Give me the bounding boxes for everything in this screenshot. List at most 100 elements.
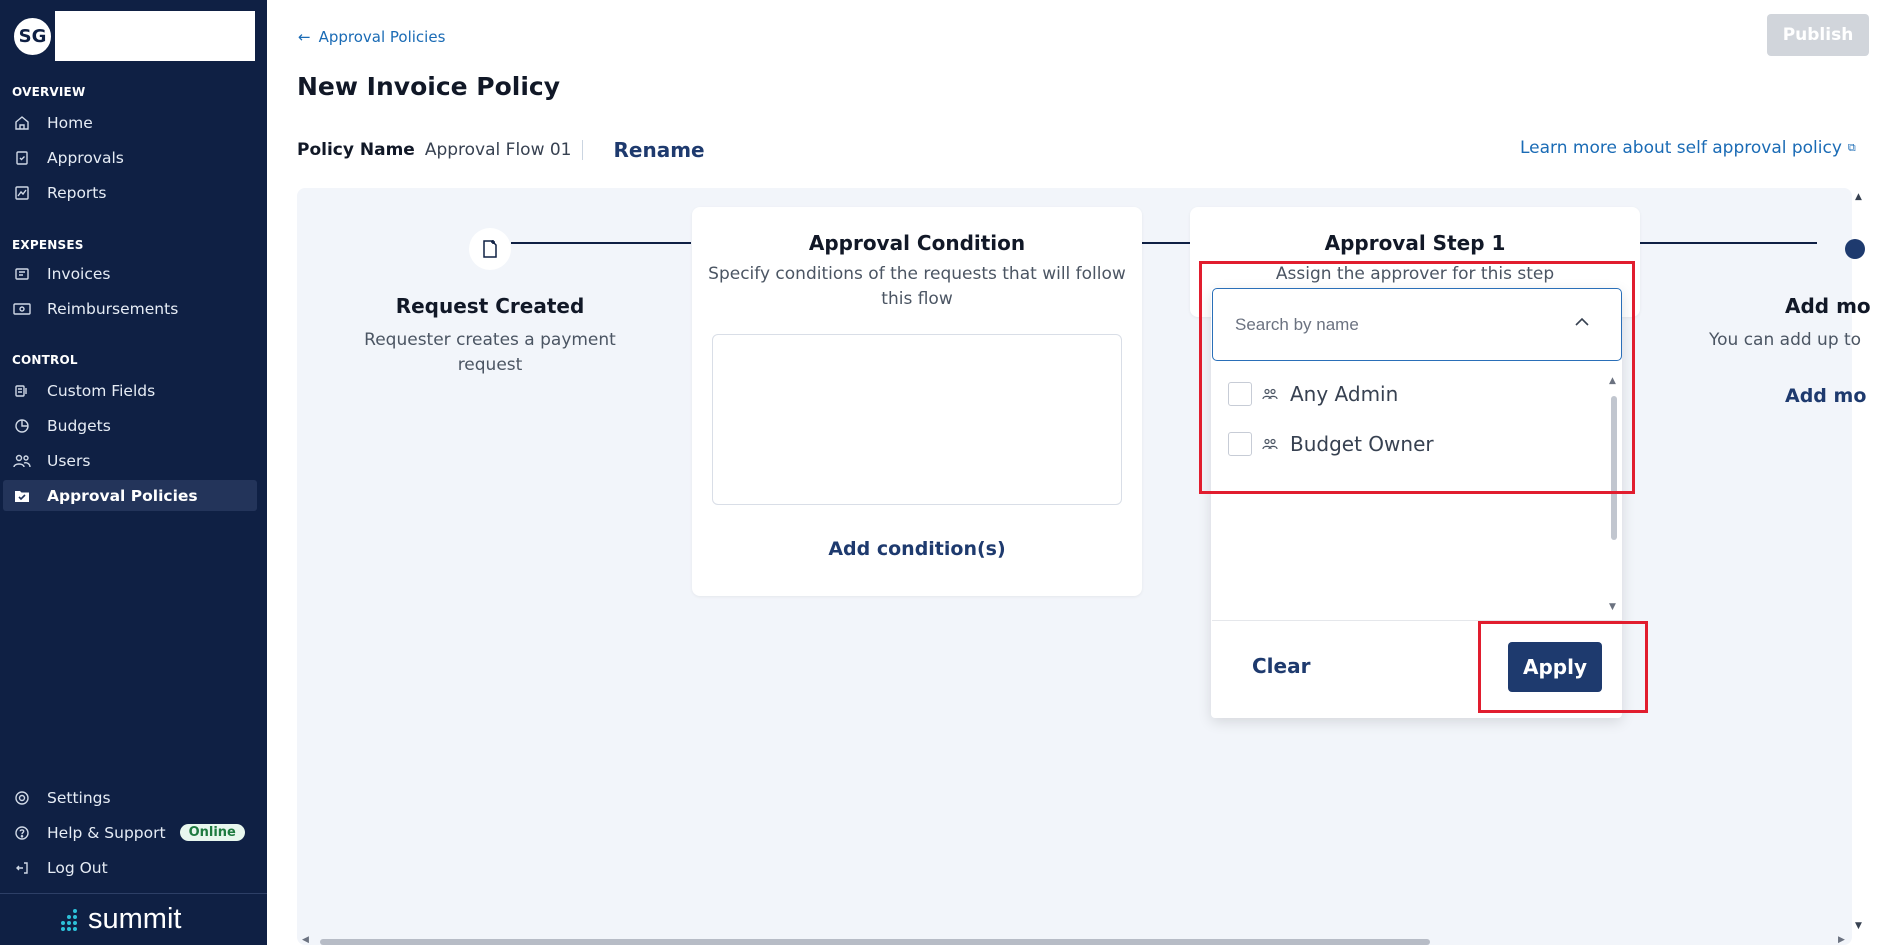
users-icon [13,452,31,470]
sidebar-item-label: Budgets [47,416,111,435]
sidebar-divider [0,893,267,894]
sidebar-item-label: Approvals [47,148,124,167]
approval-step-title: Approval Step 1 [1324,231,1506,255]
status-badge: Online [179,824,245,841]
sidebar-item-label: Reimbursements [47,299,179,318]
sidebar-item-help-support[interactable]: Help & Support Online [3,817,257,848]
policy-name-row: Policy Name Approval Flow 01 Rename [297,138,705,162]
chevron-up-icon[interactable] [1573,313,1591,335]
section-control: CONTROL [12,353,78,367]
back-link[interactable]: ← Approval Policies [298,28,445,46]
pie-icon [13,417,31,435]
sidebar-item-custom-fields[interactable]: Custom Fields [3,375,257,406]
request-created-desc: Requester creates a payment request [360,328,620,378]
apply-button[interactable]: Apply [1508,642,1602,692]
dropdown-footer-divider [1212,620,1622,621]
sidebar-item-users[interactable]: Users [3,445,257,476]
org-switcher[interactable]: SG [12,11,255,61]
group-icon [1262,438,1278,450]
sidebar-item-settings[interactable]: Settings [3,782,257,813]
connector-line [1640,242,1817,244]
sidebar-item-label: Reports [47,183,107,202]
sidebar-item-label: Invoices [47,264,111,283]
canvas-scroll-right[interactable]: ▶ [1838,935,1845,945]
back-link-label: Approval Policies [318,28,446,46]
clear-button[interactable]: Clear [1252,654,1310,678]
approval-condition-title: Approval Condition [808,231,1026,255]
option-label: Any Admin [1290,382,1399,406]
approval-condition-desc-line: Specify conditions of the requests that … [708,264,1126,284]
option-any-admin[interactable]: Any Admin [1228,380,1398,408]
request-created-desc-line: request [457,355,523,375]
chart-icon [13,184,31,202]
cash-icon [13,300,31,318]
approval-condition-desc-line: this flow [881,289,953,309]
home-icon [13,114,31,132]
approval-step-desc: Assign the approver for this step [1275,264,1555,284]
canvas-horizontal-scrollbar[interactable] [320,939,1430,945]
approval-condition-desc: Specify conditions of the requests that … [702,262,1132,312]
add-more-icon[interactable] [1845,239,1865,259]
option-budget-owner[interactable]: Budget Owner [1228,430,1434,458]
learn-more-label: Learn more about self approval policy [1520,138,1842,158]
publish-button[interactable]: Publish [1767,14,1869,56]
request-created-title: Request Created [395,294,585,318]
option-label: Budget Owner [1290,432,1434,456]
add-more-link[interactable]: Add mo [1785,385,1899,407]
policy-name-label: Policy Name [297,140,415,160]
fields-icon [13,382,31,400]
logo-text: summit [88,903,182,935]
scroll-down-arrow[interactable]: ▼ [1609,602,1616,612]
add-more-desc: You can add up to [1709,330,1862,350]
request-created-desc-line: Requester creates a payment [364,330,616,350]
sidebar-item-invoices[interactable]: Invoices [3,258,257,289]
condition-box [712,334,1122,505]
sidebar-item-reports[interactable]: Reports [3,177,257,208]
connector-line [1140,242,1190,244]
policy-name-value: Approval Flow 01 [425,140,583,160]
canvas-scroll-down[interactable]: ▼ [1855,921,1862,931]
avatar[interactable]: SG [12,15,53,57]
sidebar-item-label: Custom Fields [47,381,156,400]
org-name-box[interactable] [55,11,255,61]
request-created-icon [469,228,511,270]
rename-button[interactable]: Rename [614,138,705,162]
sidebar-item-budgets[interactable]: Budgets [3,410,257,441]
scroll-up-arrow[interactable]: ▲ [1609,376,1616,386]
approver-search-field[interactable] [1212,288,1622,361]
summit-logo: summit [58,903,181,936]
logout-icon [13,859,31,877]
checkbox[interactable] [1228,432,1252,456]
sidebar-item-label: Users [47,451,91,470]
sidebar-item-approval-policies[interactable]: Approval Policies [3,480,257,511]
sidebar-item-home[interactable]: Home [3,107,257,138]
sidebar-item-label: Home [47,113,93,132]
sidebar-item-approvals[interactable]: Approvals [3,142,257,173]
policy-icon [13,487,31,505]
sidebar-item-label: Settings [47,788,111,807]
sidebar-item-reimbursements[interactable]: Reimbursements [3,293,257,324]
learn-more-link[interactable]: Learn more about self approval policy ⧉ [1520,138,1856,158]
page-title: New Invoice Policy [297,72,561,101]
canvas-scroll-left[interactable]: ◀ [302,935,309,945]
checkbox[interactable] [1228,382,1252,406]
canvas-scroll-up[interactable]: ▲ [1855,192,1862,202]
sidebar-item-label: Approval Policies [47,486,198,505]
help-icon [13,824,31,842]
section-overview: OVERVIEW [12,85,86,99]
add-more-title: Add mo [1785,294,1871,318]
group-icon [1262,388,1278,400]
search-input[interactable] [1235,314,1555,335]
sidebar: SG OVERVIEW Home Approvals Reports EXPEN… [0,0,267,945]
clipboard-check-icon [13,149,31,167]
external-link-icon: ⧉ [1847,141,1856,154]
add-condition-button[interactable]: Add condition(s) [692,538,1142,560]
arrow-left-icon: ← [298,28,311,46]
dropdown-scrollbar[interactable] [1611,396,1617,540]
gear-icon [13,789,31,807]
connector-line [511,242,691,244]
section-expenses: EXPENSES [12,238,84,252]
invoice-icon [13,265,31,283]
sidebar-item-label: Log Out [47,858,108,877]
sidebar-item-logout[interactable]: Log Out [3,852,257,883]
